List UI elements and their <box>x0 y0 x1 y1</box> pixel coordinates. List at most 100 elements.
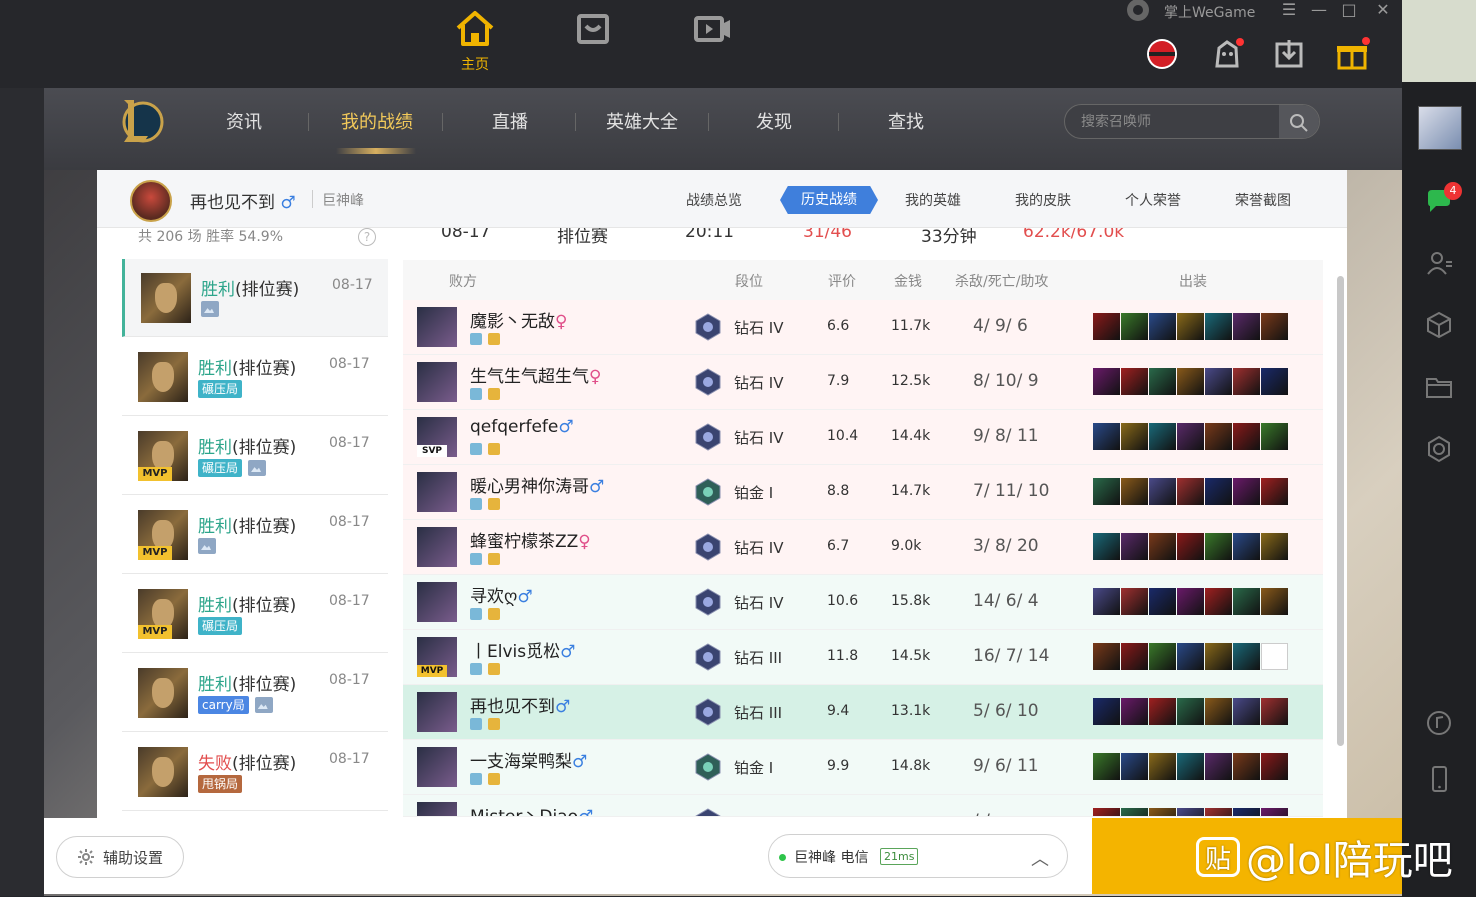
player-row[interactable]: 寻欢ღ♂ 钻石 IV 10.6 15.8k 14/ 6/ 4 <box>403 575 1323 630</box>
item-icon <box>1233 588 1260 615</box>
item-icon <box>1093 753 1120 780</box>
assist-settings-button[interactable]: 辅助设置 <box>56 836 184 878</box>
tab-honor-screenshots[interactable]: 荣誉截图 <box>1235 190 1291 210</box>
nav-champions[interactable]: 英雄大全 <box>598 108 686 138</box>
player-name-row: 丨Elvis觅松♂ <box>470 637 575 662</box>
download-icon[interactable] <box>1271 36 1307 72</box>
home-nav[interactable]: 主页 <box>440 6 510 76</box>
player-row[interactable]: 暖心男神你涛哥♂ 铂金 I 8.8 14.7k 7/ 11/ 10 <box>403 465 1323 520</box>
friends-icon[interactable] <box>1424 248 1454 278</box>
nav-discover[interactable]: 发现 <box>744 108 804 138</box>
screenshot-icon[interactable] <box>201 301 219 317</box>
phone-icon[interactable] <box>1424 764 1454 794</box>
player-row[interactable]: 一支海棠鸭梨♂ 铂金 I 9.9 14.8k 9/ 6/ 11 <box>403 740 1323 795</box>
nav-search[interactable]: 查找 <box>876 108 936 138</box>
item-icon <box>1149 588 1176 615</box>
player-row[interactable]: 再也见不到♂ 钻石 III 9.4 13.1k 5/ 6/ 10 <box>403 685 1323 740</box>
badge-icon <box>488 333 500 345</box>
live-record-icon[interactable] <box>1144 36 1180 72</box>
profile-avatar[interactable] <box>130 180 172 222</box>
tab-my-skins[interactable]: 我的皮肤 <box>1015 190 1071 210</box>
watermark: 贴 @lol陪玩吧 <box>1196 828 1453 886</box>
nav-news[interactable]: 资讯 <box>216 108 272 138</box>
tab-honors[interactable]: 个人荣誉 <box>1125 190 1181 210</box>
help-icon[interactable]: ? <box>358 228 376 246</box>
maximize-icon[interactable]: □ <box>1338 0 1360 19</box>
item-icon <box>1121 313 1148 340</box>
summary-gold: 62.2k/67.0k <box>1023 228 1125 242</box>
player-name-row: 寻欢ღ♂ <box>470 582 533 607</box>
badge-icon <box>488 498 500 510</box>
mascot-icon[interactable] <box>1209 36 1245 72</box>
player-rank: 钻石 IV <box>734 374 784 392</box>
player-row[interactable]: SVP qefqerfefe♂ 钻石 IV 10.4 14.4k 9/ 8/ 11 <box>403 410 1323 465</box>
player-name-row: 一支海棠鸭梨♂ <box>470 747 587 772</box>
close-icon[interactable]: ✕ <box>1372 0 1394 19</box>
gear-icon <box>77 849 94 865</box>
match-list-item[interactable]: MVP 胜利(排位赛) 08-17 <box>122 496 388 574</box>
player-badges <box>470 388 500 400</box>
search-button[interactable] <box>1279 105 1319 138</box>
video-nav[interactable] <box>678 6 748 76</box>
user-avatar[interactable] <box>1418 106 1462 150</box>
screenshot-icon[interactable] <box>198 538 216 554</box>
summoner-search-input[interactable] <box>1065 105 1279 138</box>
male-icon: ♂ <box>555 697 571 717</box>
minimize-icon[interactable]: — <box>1308 0 1330 19</box>
box-icon[interactable] <box>1424 310 1454 340</box>
menu-icon[interactable]: ☰ <box>1278 0 1300 19</box>
female-icon: ♀ <box>555 312 568 332</box>
player-champion-portrait <box>417 692 457 732</box>
player-kda: 14/ 6/ 4 <box>973 591 1039 611</box>
gift-icon[interactable] <box>1334 36 1370 72</box>
summary-duration: 33分钟 <box>921 228 977 247</box>
header-divider <box>312 190 313 208</box>
plugin-icon[interactable] <box>1424 434 1454 464</box>
player-row[interactable]: Mister丶Diao♂ / / <box>403 795 1323 817</box>
player-badges <box>470 333 500 345</box>
match-tags: 碾压局 <box>198 617 243 635</box>
nav-live[interactable]: 直播 <box>480 108 540 138</box>
nav-my-record[interactable]: 我的战绩 <box>334 108 420 138</box>
match-list-item[interactable]: MVP 胜利(排位赛) 08-17 碾压局 <box>122 417 388 495</box>
header-kda: 杀敌/死亡/助攻 <box>955 274 1049 290</box>
player-name: 丨Elvis觅松 <box>470 642 561 662</box>
player-row[interactable]: 蜂蜜柠檬茶ZZ♀ 钻石 IV 6.7 9.0k 3/ 8/ 20 <box>403 520 1323 575</box>
server-status-selector[interactable]: 巨神峰 电信 21ms ︿ <box>768 834 1068 878</box>
match-list-item[interactable]: 胜利(排位赛) 08-17 carry局 <box>122 654 388 732</box>
match-list-item[interactable]: 胜利(排位赛) 08-17 碾压局 <box>122 338 388 416</box>
item-icon <box>1093 313 1120 340</box>
summary-time: 20:11 <box>685 228 734 242</box>
tab-overview[interactable]: 战绩总览 <box>686 190 742 210</box>
player-row[interactable]: 魔影丶无敌♀ 钻石 IV 6.6 11.7k 4/ 9/ 6 <box>403 300 1323 355</box>
item-icon <box>1121 753 1148 780</box>
match-list-item[interactable]: 失败(排位赛) 08-17 甩锅局 <box>122 733 388 811</box>
tab-my-champions[interactable]: 我的英雄 <box>905 190 961 210</box>
match-summary-row: 08-17 排位赛 20:11 31/46 33分钟 62.2k/67.0k <box>403 228 1323 260</box>
music-icon[interactable] <box>1424 708 1454 738</box>
player-badges <box>470 773 500 785</box>
player-champion-portrait: SVP <box>417 417 457 457</box>
store-nav[interactable] <box>558 6 628 76</box>
item-icon <box>1233 478 1260 505</box>
item-icon <box>1177 588 1204 615</box>
tab-history[interactable]: 历史战绩 <box>780 186 878 214</box>
item-icon <box>1177 533 1204 560</box>
screenshot-icon[interactable] <box>248 460 267 476</box>
match-list-item[interactable]: MVP 胜利(排位赛) 08-17 碾压局 <box>122 575 388 653</box>
player-kda: 8/ 10/ 9 <box>973 371 1039 391</box>
chat-badge: 4 <box>1444 182 1462 200</box>
match-list-item[interactable]: 胜利(排位赛) 08-17 <box>122 259 388 337</box>
search-icon <box>1290 113 1308 132</box>
folder-icon[interactable] <box>1424 372 1454 402</box>
nav-separator <box>575 113 576 131</box>
player-row[interactable]: 生气生气超生气♀ 钻石 IV 7.9 12.5k 8/ 10/ 9 <box>403 355 1323 410</box>
nav-active-indicator <box>336 148 416 154</box>
item-icon <box>1093 423 1120 450</box>
home-icon <box>456 11 494 46</box>
player-champion-portrait <box>417 472 457 512</box>
screenshot-icon[interactable] <box>254 697 273 713</box>
scrollbar[interactable] <box>1337 276 1344 746</box>
player-row[interactable]: MVP 丨Elvis觅松♂ 钻石 III 11.8 14.5k 16/ 7/ 14 <box>403 630 1323 685</box>
champion-portrait <box>138 352 188 402</box>
